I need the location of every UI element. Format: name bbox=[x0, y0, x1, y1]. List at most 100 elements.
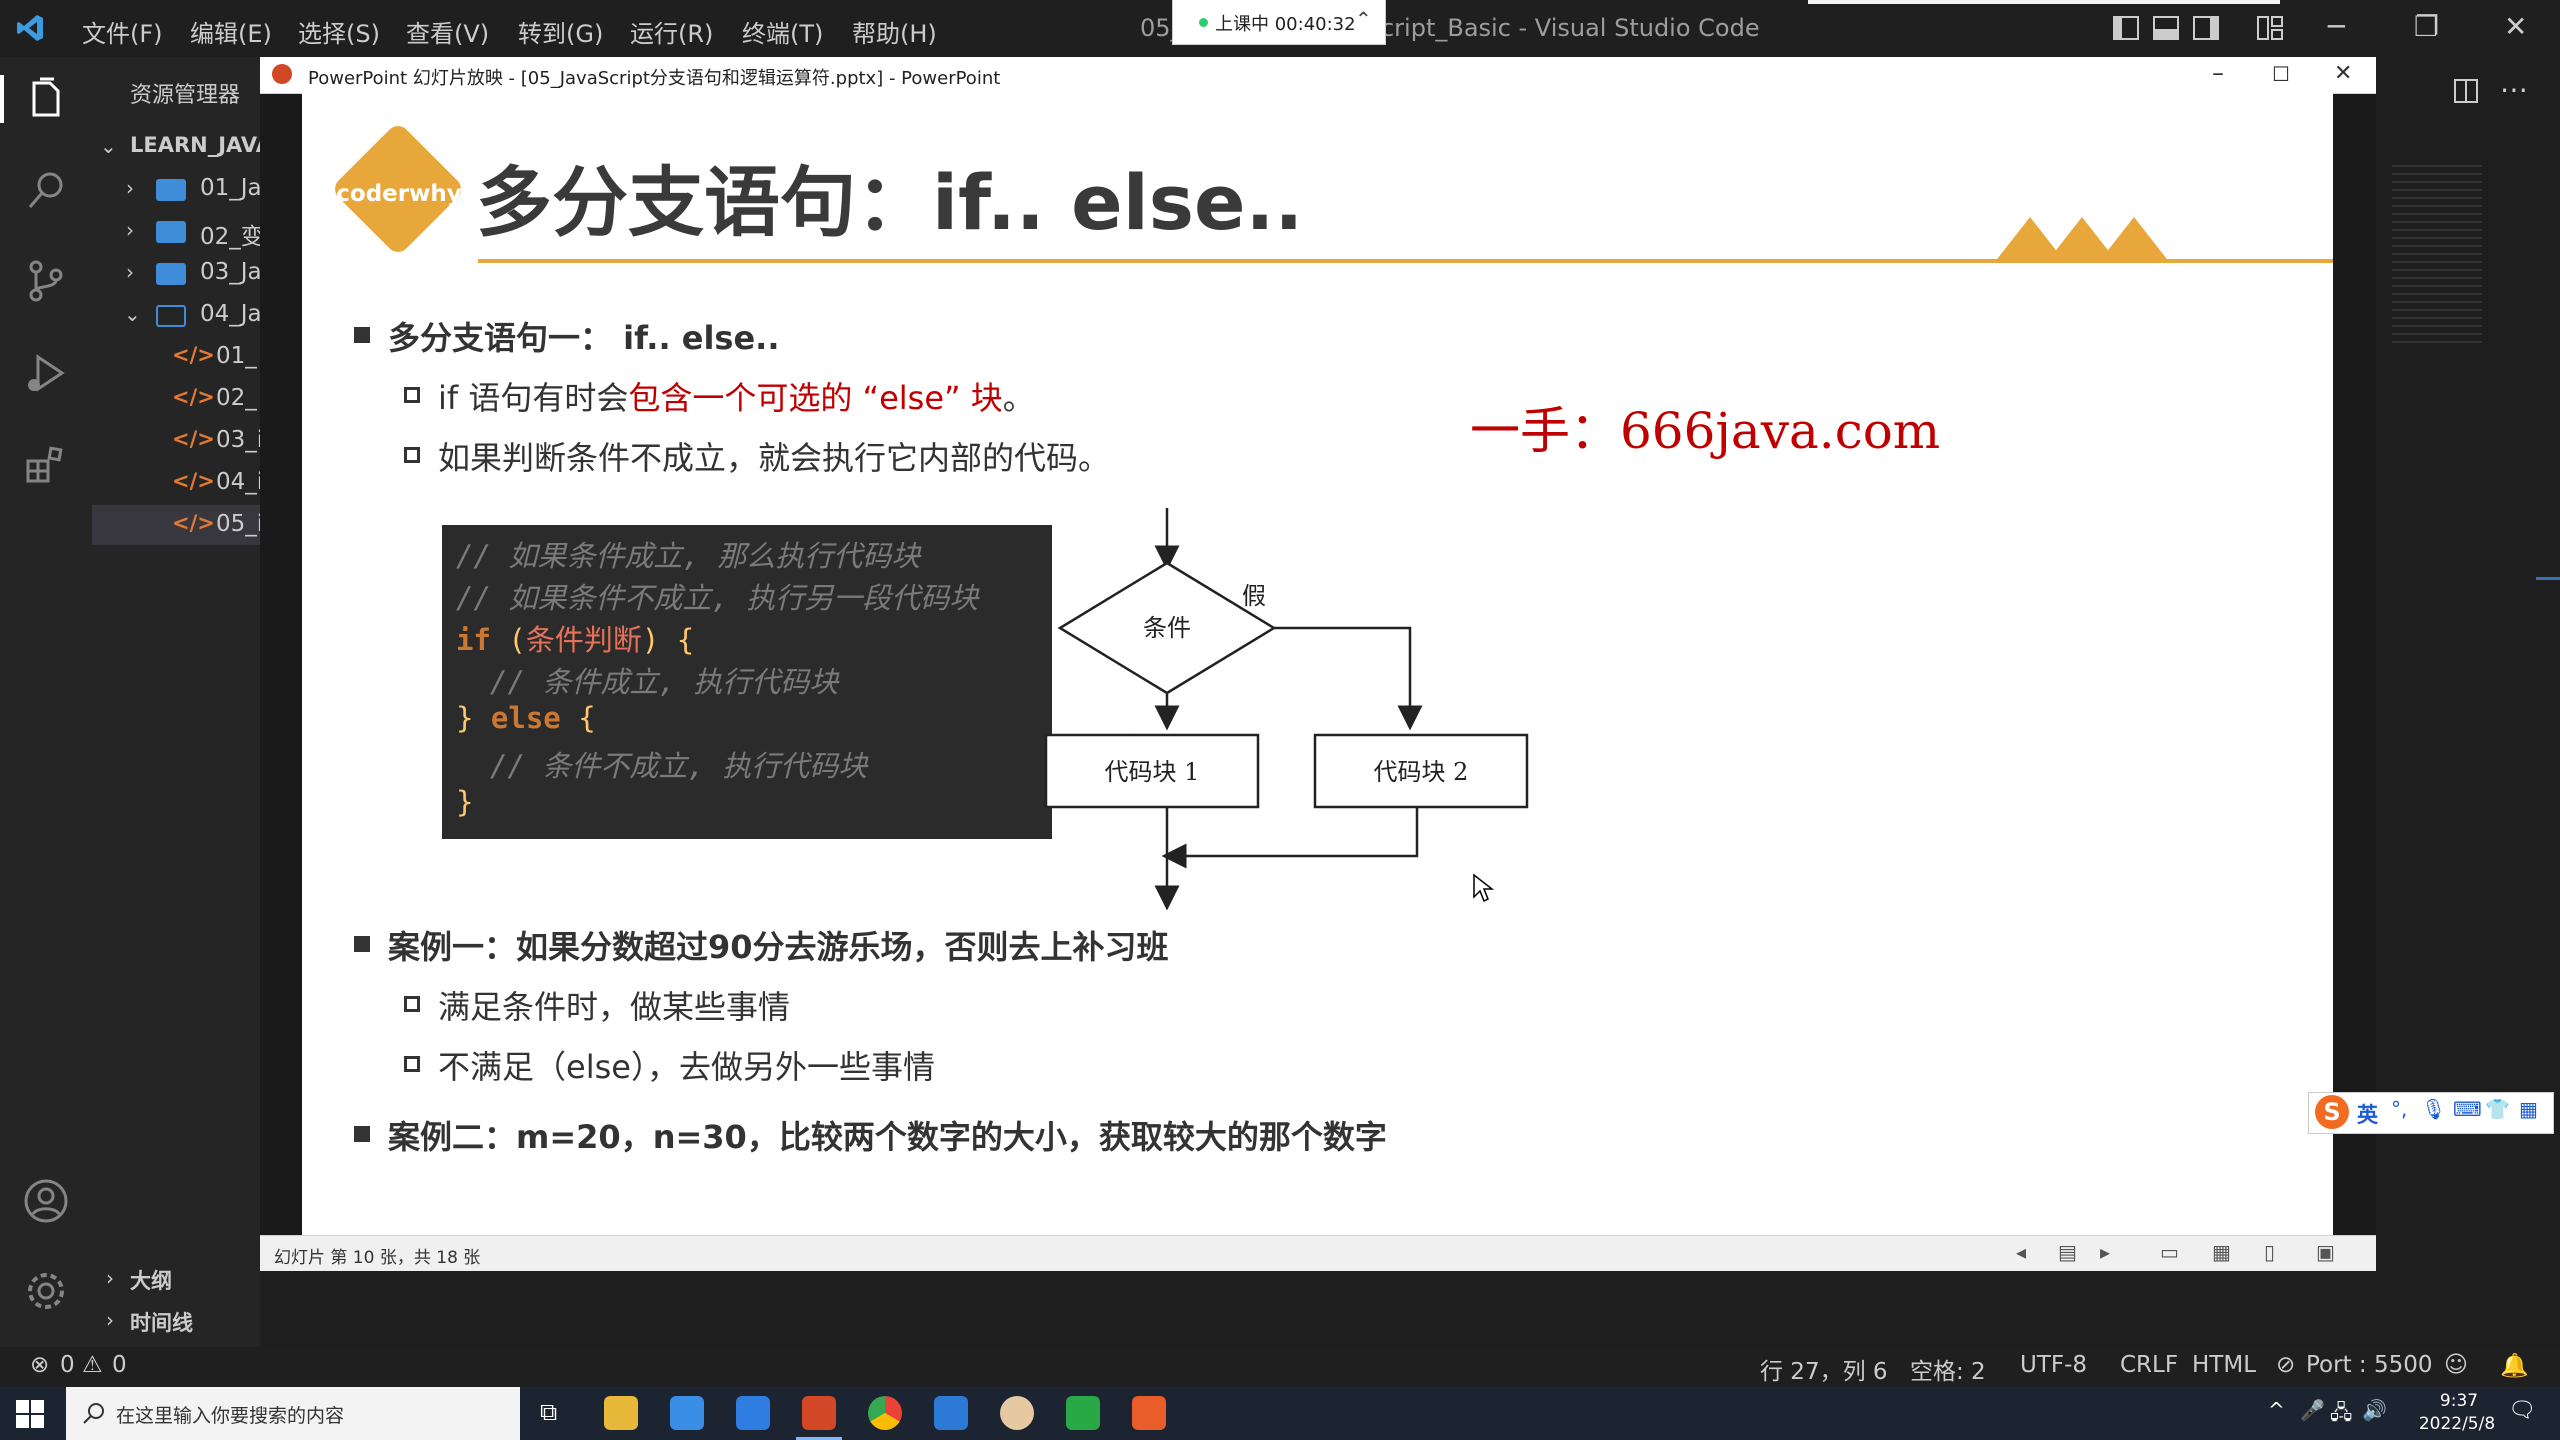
camtasia-icon[interactable] bbox=[1066, 1396, 1100, 1430]
notifications-bell-icon[interactable]: 🔔 bbox=[2500, 1352, 2529, 1379]
close-icon[interactable]: ✕ bbox=[2504, 10, 2527, 43]
task-view-icon[interactable]: ⧉ bbox=[540, 1398, 557, 1426]
previous-slide-icon[interactable]: ◂ bbox=[2016, 1240, 2026, 1264]
gear-icon[interactable] bbox=[22, 1267, 70, 1315]
live-server-icon[interactable]: ⊘ bbox=[2276, 1352, 2295, 1378]
restore-icon[interactable]: ❐ bbox=[2414, 10, 2439, 43]
toggle-secondary-sidebar-icon[interactable] bbox=[2192, 14, 2220, 42]
explorer-icon[interactable] bbox=[22, 75, 70, 123]
taskbar-search-box[interactable]: 在这里输入你要搜索的内容 bbox=[66, 1387, 520, 1440]
tree-item-file[interactable]: </> 02_ bbox=[92, 379, 260, 419]
chevron-right-icon: › bbox=[126, 218, 134, 242]
tree-item-file[interactable]: </> 01_ bbox=[92, 337, 260, 377]
menu-view[interactable]: 查看(V) bbox=[406, 14, 489, 49]
error-count[interactable]: 0 bbox=[60, 1352, 75, 1378]
indentation[interactable]: 空格: 2 bbox=[1910, 1352, 1986, 1386]
customize-layout-icon[interactable] bbox=[2256, 14, 2284, 42]
tree-item-file-selected[interactable]: </> 05_i bbox=[92, 505, 263, 545]
powerpoint-logo-icon bbox=[272, 64, 292, 84]
chrome-icon[interactable] bbox=[868, 1396, 902, 1430]
powerpoint-window: PowerPoint 幻灯片放映 - [05_JavaScript分支语句和逻辑… bbox=[260, 57, 2376, 1271]
warning-icon[interactable]: ⚠ bbox=[82, 1352, 103, 1378]
feedback-icon[interactable]: ☺ bbox=[2444, 1352, 2468, 1378]
menu-go[interactable]: 转到(G) bbox=[518, 14, 603, 49]
reading-view-icon[interactable]: ▯ bbox=[2264, 1240, 2275, 1264]
ime-toolbar[interactable]: S 英 °, 🎙 ⌨ 👕 ▦ bbox=[2308, 1092, 2554, 1134]
minimize-icon[interactable]: ─ bbox=[2328, 10, 2345, 43]
normal-view-icon[interactable]: ▭ bbox=[2160, 1240, 2179, 1264]
powerpoint-taskbar-icon[interactable] bbox=[802, 1396, 836, 1430]
windows-start-icon[interactable] bbox=[16, 1400, 44, 1428]
microphone-tray-icon[interactable]: 🎤 bbox=[2300, 1398, 2325, 1422]
more-actions-icon[interactable]: ⋯ bbox=[2500, 73, 2528, 106]
line-ending[interactable]: CRLF bbox=[2120, 1352, 2178, 1378]
tree-item-folder-open[interactable]: ⌄ 04_Ja bbox=[92, 295, 262, 335]
toggle-panel-icon[interactable] bbox=[2152, 14, 2180, 42]
menu-file[interactable]: 文件(F) bbox=[82, 14, 163, 49]
source-control-icon[interactable] bbox=[22, 257, 70, 305]
vscode-taskbar-icon[interactable] bbox=[934, 1396, 968, 1430]
case-two-title: 案例二：m=20，n=30，比较两个数字的大小，获取较大的那个数字 bbox=[388, 1118, 1387, 1156]
menu-terminal[interactable]: 终端(T) bbox=[742, 14, 823, 49]
toggle-sidebar-icon[interactable] bbox=[2112, 14, 2140, 42]
language-mode[interactable]: HTML bbox=[2192, 1352, 2256, 1378]
tree-item-folder[interactable]: › 02_变 bbox=[92, 211, 264, 251]
sub-bullet-else-block: if 语句有时会包含一个可选的 “else” 块。 bbox=[438, 373, 1035, 419]
menu-help[interactable]: 帮助(H) bbox=[852, 14, 937, 49]
extensions-icon[interactable] bbox=[22, 441, 70, 489]
recorder-icon[interactable] bbox=[1132, 1396, 1166, 1430]
ppt-close-icon[interactable]: ✕ bbox=[2334, 61, 2352, 86]
explorer-sidebar: 资源管理器 ⌄ LEARN_JAVA: › 01_Ja › 02_变 › 03_… bbox=[92, 57, 281, 1347]
app-icon-blue[interactable] bbox=[670, 1396, 704, 1430]
recording-badge[interactable]: 上课中 00:40:32 ⌃ bbox=[1172, 0, 1386, 45]
split-editor-icon[interactable] bbox=[2452, 77, 2480, 105]
app-icon-cube[interactable] bbox=[736, 1396, 770, 1430]
menu-selection[interactable]: 选择(S) bbox=[298, 14, 380, 49]
chevron-up-icon[interactable]: ⌃ bbox=[1355, 7, 1372, 31]
microphone-icon[interactable]: 🎙 bbox=[2421, 1097, 2446, 1121]
volume-icon[interactable]: 🔊 bbox=[2362, 1398, 2387, 1422]
tree-item-file[interactable]: </> 04_i bbox=[92, 463, 264, 503]
minimap[interactable] bbox=[2392, 165, 2482, 345]
avatar-app-icon[interactable] bbox=[1000, 1396, 1034, 1430]
chevron-up-icon[interactable]: ^ bbox=[2268, 1398, 2285, 1422]
menu-edit[interactable]: 编辑(E) bbox=[190, 14, 272, 49]
timeline-section[interactable]: › 时间线 bbox=[92, 1301, 260, 1341]
run-debug-icon[interactable] bbox=[22, 349, 70, 397]
file-explorer-icon[interactable] bbox=[604, 1396, 638, 1430]
menu-run[interactable]: 运行(R) bbox=[630, 14, 713, 49]
ppt-maximize-icon[interactable]: ☐ bbox=[2272, 62, 2290, 86]
tree-item-folder[interactable]: › 03_Ja bbox=[92, 253, 262, 293]
punctuation-icon[interactable]: °, bbox=[2391, 1097, 2407, 1121]
encoding[interactable]: UTF-8 bbox=[2020, 1352, 2087, 1378]
action-center-icon[interactable]: 🗨 bbox=[2508, 1398, 2536, 1423]
search-icon[interactable] bbox=[22, 167, 70, 215]
code-snippet: // 如果条件成立, 那么执行代码块 // 如果条件不成立, 执行另一段代码块 … bbox=[442, 525, 1052, 839]
account-icon[interactable] bbox=[22, 1177, 70, 1225]
ime-language[interactable]: 英 bbox=[2357, 1099, 2378, 1129]
tree-item-label: 04_i bbox=[216, 469, 264, 495]
network-icon[interactable]: 🖧 bbox=[2330, 1398, 2352, 1432]
outline-section[interactable]: › 大纲 bbox=[92, 1259, 260, 1299]
root-folder[interactable]: ⌄ LEARN_JAVA: bbox=[92, 127, 281, 167]
slide-menu-icon[interactable]: ▤ bbox=[2058, 1240, 2077, 1264]
clock-time[interactable]: 9:37 bbox=[2424, 1391, 2494, 1411]
next-slide-icon[interactable]: ▸ bbox=[2100, 1240, 2110, 1264]
html-file-icon: </> bbox=[172, 469, 215, 493]
flow-merge-arrow bbox=[1161, 807, 1419, 869]
tree-item-folder[interactable]: › 01_Ja bbox=[92, 169, 262, 209]
toolbox-icon[interactable]: ▦ bbox=[2519, 1097, 2538, 1121]
ppt-minimize-icon[interactable]: – bbox=[2212, 59, 2224, 87]
clock-date[interactable]: 2022/5/8 bbox=[2402, 1414, 2512, 1434]
error-icon[interactable]: ⊗ bbox=[30, 1352, 49, 1378]
warning-count[interactable]: 0 bbox=[112, 1352, 127, 1378]
keyboard-icon[interactable]: ⌨ bbox=[2453, 1097, 2482, 1121]
skin-icon[interactable]: 👕 bbox=[2485, 1097, 2510, 1121]
tree-item-label: 01_ bbox=[216, 343, 257, 369]
live-server-port[interactable]: Port : 5500 bbox=[2306, 1352, 2433, 1378]
slide[interactable]: coderwhy 多分支语句：if.. else.. 多分支语句一： if.. … bbox=[302, 93, 2333, 1235]
slide-sorter-icon[interactable]: ▦ bbox=[2212, 1240, 2231, 1264]
cursor-position[interactable]: 行 27，列 6 bbox=[1760, 1352, 1888, 1386]
slideshow-view-icon[interactable]: ▣ bbox=[2316, 1240, 2335, 1264]
tree-item-file[interactable]: </> 03_i bbox=[92, 421, 263, 461]
